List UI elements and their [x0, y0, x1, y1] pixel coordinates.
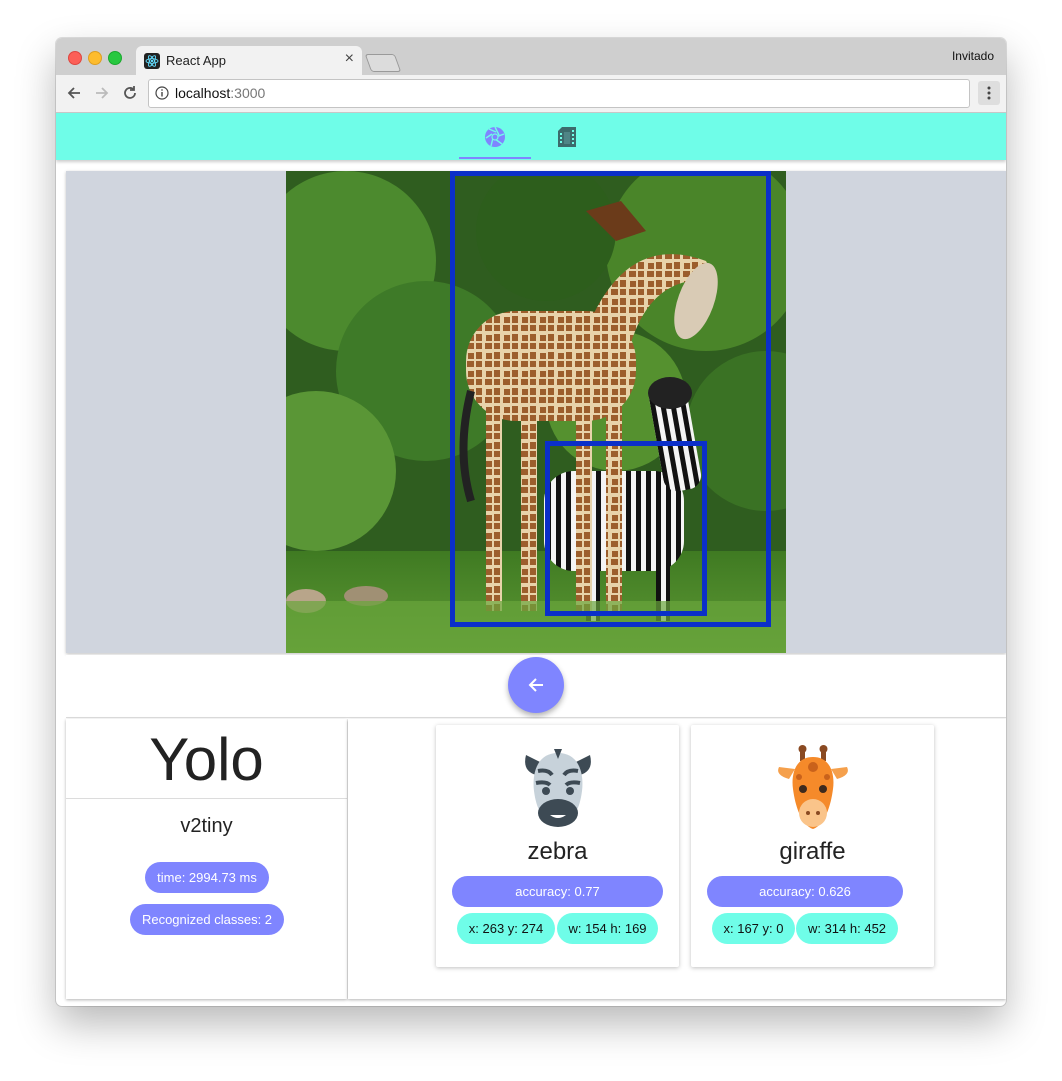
forward-arrow-icon[interactable]: [90, 81, 114, 105]
tab-title: React App: [166, 53, 226, 68]
reload-icon[interactable]: [118, 81, 142, 105]
url-port: :3000: [230, 85, 266, 101]
url-text: localhost:3000: [175, 85, 265, 101]
detection-label: giraffe: [779, 838, 846, 865]
detection-card-giraffe: giraffe accuracy: 0.626 x: 167 y: 0 w: 3…: [691, 725, 934, 967]
accuracy-chip: accuracy: 0.626: [707, 876, 903, 907]
browser-tab[interactable]: React App ×: [136, 46, 362, 75]
tab-close-icon[interactable]: ×: [345, 50, 354, 68]
new-tab-button[interactable]: [364, 54, 402, 72]
detection-card-zebra: zebra accuracy: 0.77 x: 263 y: 274 w: 15…: [436, 725, 679, 967]
minimize-window-button[interactable]: [88, 51, 102, 65]
arrow-left-icon: [528, 678, 543, 692]
position-chip: x: 167 y: 0: [712, 913, 795, 944]
giraffe-icon: [778, 745, 848, 829]
model-info-card: Yolo v2tiny time: 2994.73 ms Recognized …: [66, 719, 347, 999]
info-icon[interactable]: [155, 86, 169, 105]
app-header: [56, 113, 1006, 160]
url-host: localhost: [175, 85, 231, 101]
detections-panel: zebra accuracy: 0.77 x: 263 y: 274 w: 15…: [348, 719, 1006, 999]
time-chip: time: 2994.73 ms: [145, 862, 269, 893]
image-panel: [66, 171, 1006, 653]
maximize-window-button[interactable]: [108, 51, 122, 65]
detection-label: zebra: [527, 838, 588, 865]
active-tab-indicator: [459, 157, 531, 159]
react-icon: [144, 53, 160, 69]
size-chip: w: 154 h: 169: [557, 913, 658, 944]
detection-image: [286, 171, 786, 653]
browser-menu-icon[interactable]: [978, 81, 1000, 105]
browser-window: React App × Invitado localhost:3000 Yolo…: [56, 38, 1006, 1006]
action-row: [66, 655, 1006, 718]
zebra-bounding-box: [545, 441, 707, 616]
profile-label[interactable]: Invitado: [952, 49, 994, 63]
divider: [66, 798, 347, 799]
model-version: v2tiny: [180, 815, 233, 837]
zebra-icon: [525, 749, 591, 827]
tab-video[interactable]: [531, 113, 603, 160]
model-name: Yolo: [149, 726, 264, 793]
classes-chip: Recognized classes: 2: [130, 904, 284, 935]
tab-bar: React App × Invitado: [56, 38, 1006, 75]
close-window-button[interactable]: [68, 51, 82, 65]
address-bar[interactable]: localhost:3000: [148, 79, 970, 108]
back-arrow-icon[interactable]: [62, 81, 86, 105]
back-button[interactable]: [508, 657, 564, 713]
film-icon: [558, 126, 576, 147]
camera-aperture-icon: [485, 126, 505, 147]
accuracy-chip: accuracy: 0.77: [452, 876, 663, 907]
browser-toolbar: localhost:3000: [56, 75, 1006, 113]
position-chip: x: 263 y: 274: [457, 913, 555, 944]
size-chip: w: 314 h: 452: [796, 913, 898, 944]
tab-camera[interactable]: [459, 113, 531, 160]
